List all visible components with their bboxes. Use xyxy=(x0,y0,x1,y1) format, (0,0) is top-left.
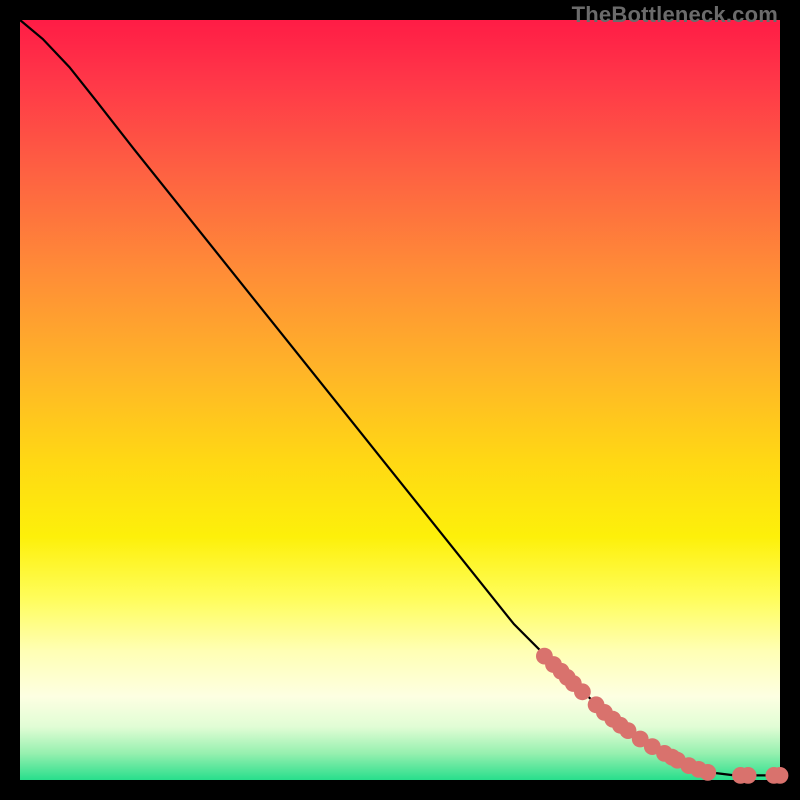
gradient-plot-area xyxy=(20,20,780,780)
data-point xyxy=(740,767,757,784)
data-point xyxy=(574,683,591,700)
watermark-text: TheBottleneck.com xyxy=(572,2,778,28)
chart-frame: TheBottleneck.com xyxy=(0,0,800,800)
chart-svg xyxy=(20,20,780,780)
data-point xyxy=(772,767,789,784)
data-points-group xyxy=(536,648,788,784)
data-point xyxy=(699,764,716,781)
bottleneck-curve xyxy=(20,20,780,775)
